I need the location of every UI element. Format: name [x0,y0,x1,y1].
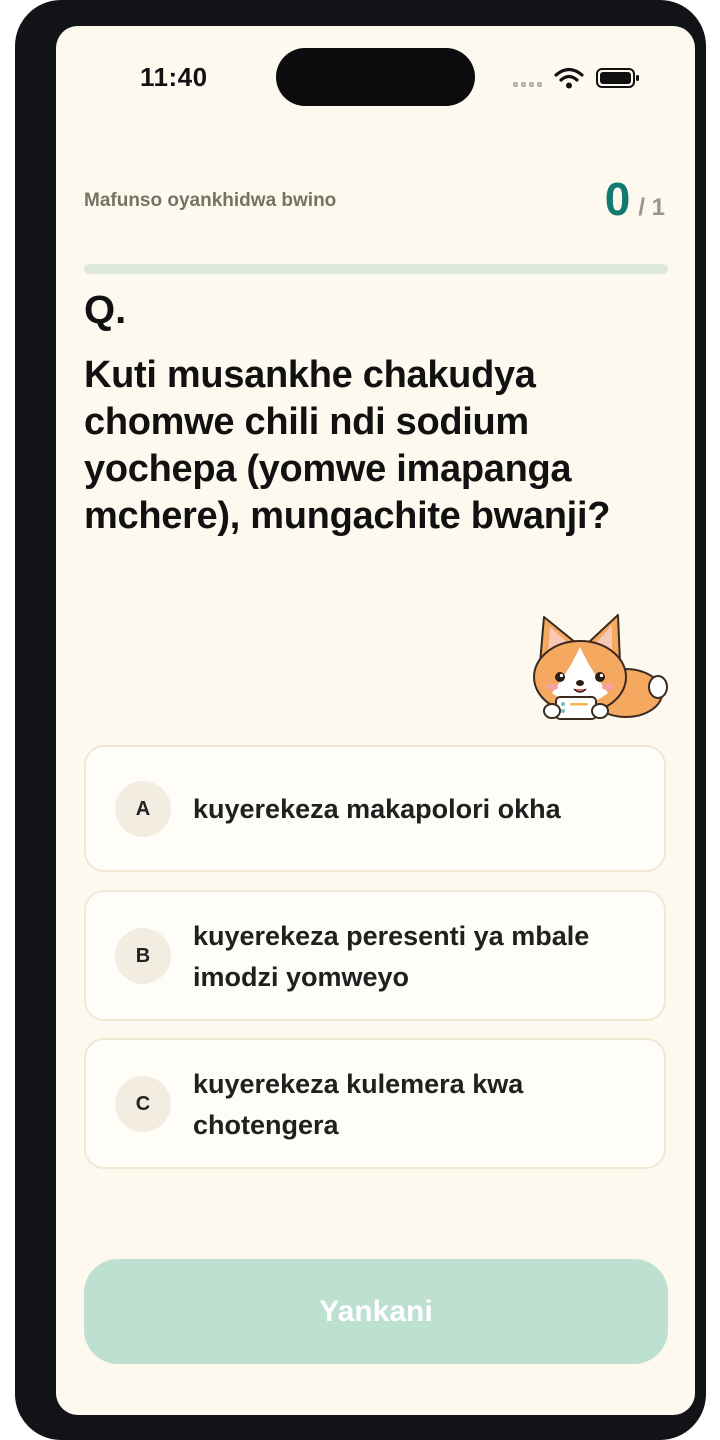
answer-option-a[interactable]: A kuyerekeza makapolori okha [84,745,666,872]
score-value: 0 [604,173,631,225]
battery-icon [596,68,639,88]
status-time: 11:40 [140,62,208,92]
option-letter: A [115,781,171,837]
dynamic-island [276,48,475,106]
score-counter: 0 / 1 [605,176,665,222]
wifi-icon [554,67,584,89]
question-text: Kuti musankhe chakudya chomwe chili ndi … [84,354,611,537]
score-total: / 1 [638,194,665,221]
submit-answer-button[interactable]: Yankani [84,1259,668,1364]
option-text: kuyerekeza kulemera kwa chotengera [193,1069,524,1140]
phone-frame: 11:40 Mafunso oyankhidwa bwino 0 / 1 Q. … [15,0,706,1440]
corgi-mascot-icon [533,614,668,720]
option-text: kuyerekeza makapolori okha [193,794,561,824]
score-label: Mafunso oyankhidwa bwino [84,190,337,211]
progress-bar [84,264,668,274]
option-text: kuyerekeza peresenti ya mbale imodzi yom… [193,921,590,992]
screen: 11:40 Mafunso oyankhidwa bwino 0 / 1 Q. … [56,26,695,1415]
option-letter: B [115,928,171,984]
signal-icon [513,80,547,88]
answer-option-b[interactable]: B kuyerekeza peresenti ya mbale imodzi y… [84,890,666,1021]
question-marker: Q. [84,288,127,332]
option-letter: C [115,1076,171,1132]
status-bar: 11:40 [56,26,695,126]
answer-option-c[interactable]: C kuyerekeza kulemera kwa chotengera [84,1038,666,1169]
